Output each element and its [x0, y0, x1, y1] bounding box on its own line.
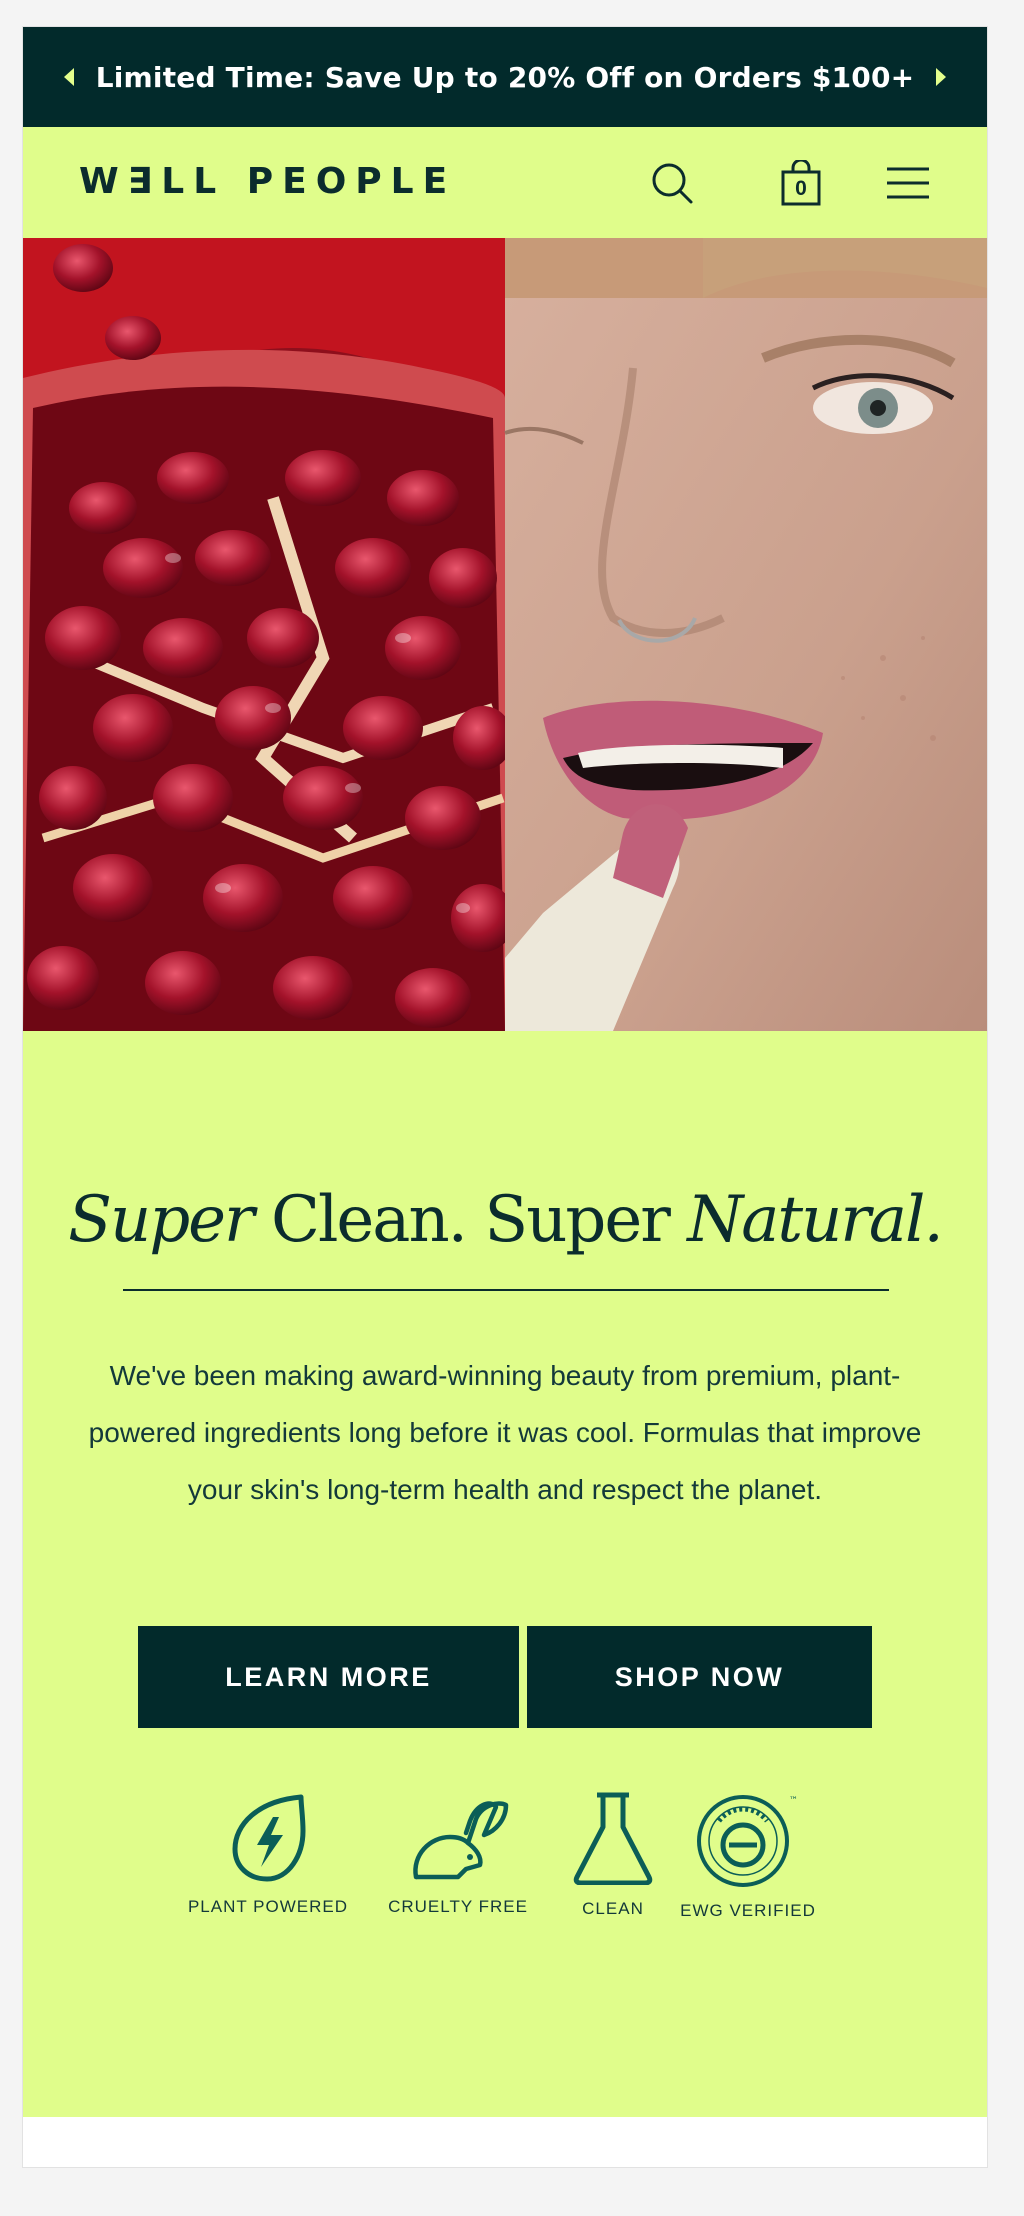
- badge-label: PLANT POWERED: [187, 1897, 349, 1916]
- page-title: Super Clean. Super Natural.: [68, 1183, 944, 1257]
- cart-count: 0: [795, 177, 807, 200]
- model-portrait-image: [504, 238, 987, 1031]
- badge-cruelty-free: CRUELTY FREE: [373, 1791, 543, 1917]
- learn-more-button[interactable]: LEARN MORE: [138, 1626, 519, 1728]
- cart-button[interactable]: 0: [777, 160, 825, 208]
- shop-now-button[interactable]: SHOP NOW: [527, 1626, 872, 1728]
- hero-image: [23, 238, 987, 1031]
- search-icon[interactable]: [649, 160, 699, 208]
- bunny-icon: [413, 1801, 509, 1880]
- page-frame: Limited Time: Save Up to 20% Off on Orde…: [23, 27, 987, 2167]
- badge-ewg-verified: ™ EWG VERIFIED: [668, 1791, 828, 1921]
- site-header: W∃LL PEOPLE 0: [23, 127, 987, 238]
- flask-icon: [573, 1792, 653, 1886]
- promo-banner: Limited Time: Save Up to 20% Off on Orde…: [23, 27, 987, 127]
- badge-label: EWG VERIFIED: [680, 1901, 816, 1920]
- menu-icon[interactable]: [885, 165, 931, 201]
- headline-underline: [123, 1289, 889, 1291]
- intro-section: Super Clean. Super Natural. We've been m…: [23, 1031, 987, 2117]
- intro-description: We've been making award-winning beauty f…: [88, 1360, 922, 1505]
- badge-label: CLEAN: [582, 1899, 644, 1918]
- promo-text[interactable]: Limited Time: Save Up to 20% Off on Orde…: [96, 61, 915, 94]
- brand-logo[interactable]: W∃LL PEOPLE: [79, 161, 456, 202]
- svg-text:™: ™: [789, 1796, 798, 1806]
- chevron-right-icon[interactable]: [936, 68, 947, 86]
- leaf-bolt-icon: [232, 1794, 306, 1882]
- footer-strip: [23, 2117, 987, 2167]
- badge-label: CRUELTY FREE: [388, 1897, 528, 1916]
- badge-plant-powered: PLANT POWERED: [168, 1791, 368, 1917]
- ewg-seal-icon: ™: [697, 1795, 798, 1887]
- chevron-left-icon[interactable]: [63, 68, 74, 86]
- badge-clean: CLEAN: [543, 1791, 683, 1919]
